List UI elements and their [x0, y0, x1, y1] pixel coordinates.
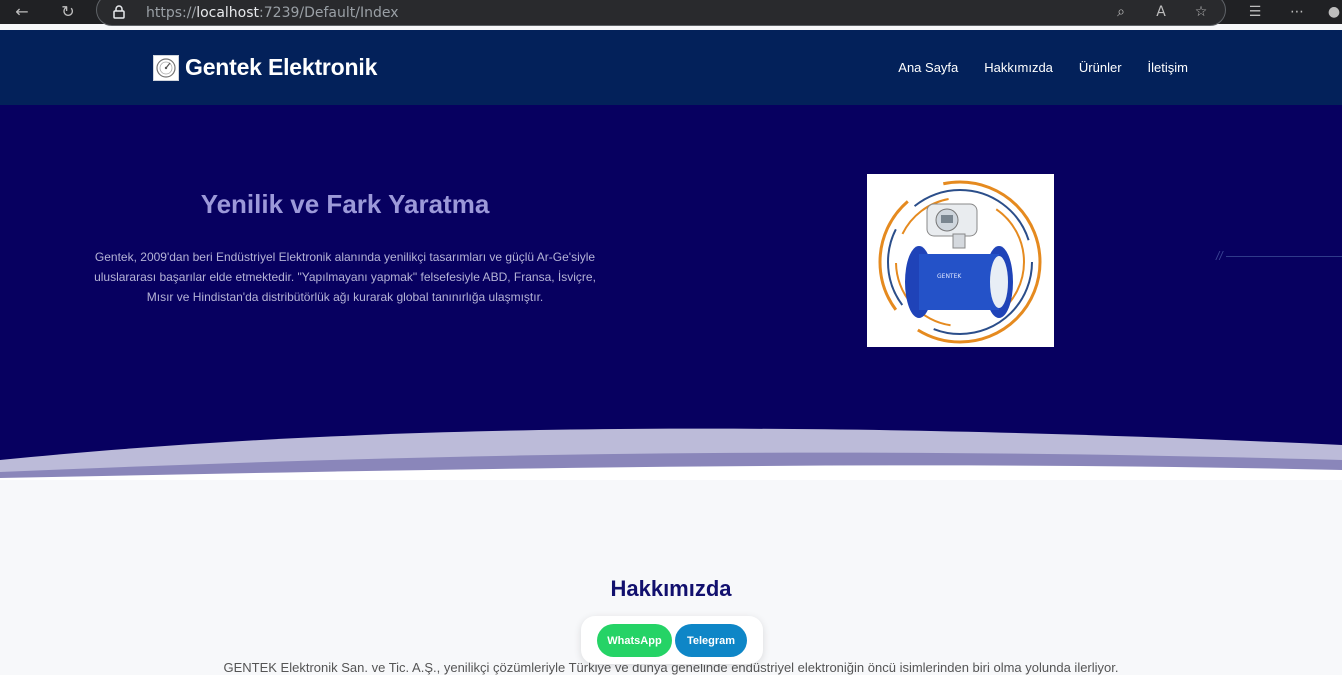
menu-item-home[interactable]: Ana Sayfa: [898, 60, 958, 75]
decorative-slash: //: [1216, 249, 1223, 263]
navbar: Gentek Elektronik Ana Sayfa Hakkımızda Ü…: [0, 30, 1342, 105]
about-title: Hakkımızda: [610, 576, 732, 601]
read-aloud-icon[interactable]: A: [1150, 2, 1172, 22]
address-bar[interactable]: https://localhost:7239/Default/Index: [96, 0, 1226, 26]
hero-wave: [0, 428, 1342, 480]
menu-item-contact[interactable]: İletişim: [1148, 60, 1188, 75]
brand[interactable]: Gentek Elektronik: [153, 54, 377, 81]
hero-title: Yenilik ve Fark Yaratma: [200, 189, 490, 219]
decorative-line: [1226, 256, 1342, 257]
flowmeter-illustration: GENTEK: [878, 180, 1042, 344]
telegram-button[interactable]: Telegram: [675, 624, 747, 657]
product-image: GENTEK: [867, 174, 1054, 347]
menu-item-about[interactable]: Hakkımızda: [984, 60, 1053, 75]
back-icon[interactable]: ←: [12, 2, 32, 22]
device-brand-label: GENTEK: [937, 273, 962, 280]
hero-text: Gentek, 2009'dan beri Endüstriyel Elektr…: [94, 250, 596, 304]
zoom-icon[interactable]: ⌕: [1110, 2, 1132, 22]
copilot-icon[interactable]: ●: [1326, 2, 1342, 22]
contact-float-bar: WhatsApp Telegram: [581, 616, 763, 664]
brand-name: Gentek Elektronik: [185, 54, 378, 80]
brand-logo: [153, 54, 179, 81]
hero-section: Yenilik ve Fark Yaratma Gentek, 2009'dan…: [0, 105, 1342, 480]
menu-item-products[interactable]: Ürünler: [1079, 60, 1122, 75]
more-options-icon[interactable]: ⋯: [1286, 2, 1308, 22]
lock-icon: [113, 5, 125, 19]
reload-icon[interactable]: ↻: [58, 2, 78, 22]
whatsapp-button[interactable]: WhatsApp: [597, 624, 672, 657]
browser-toolbar: ← ↻ https://localhost:7239/Default/Index…: [0, 0, 1342, 26]
url-text: https://localhost:7239/Default/Index: [146, 5, 399, 21]
favorite-star-icon[interactable]: ☆: [1190, 2, 1212, 22]
main-menu: Ana Sayfa Hakkımızda Ürünler İletişim: [898, 60, 1188, 75]
favorites-icon[interactable]: ☰: [1244, 2, 1266, 22]
gauge-logo-icon: [156, 57, 176, 78]
